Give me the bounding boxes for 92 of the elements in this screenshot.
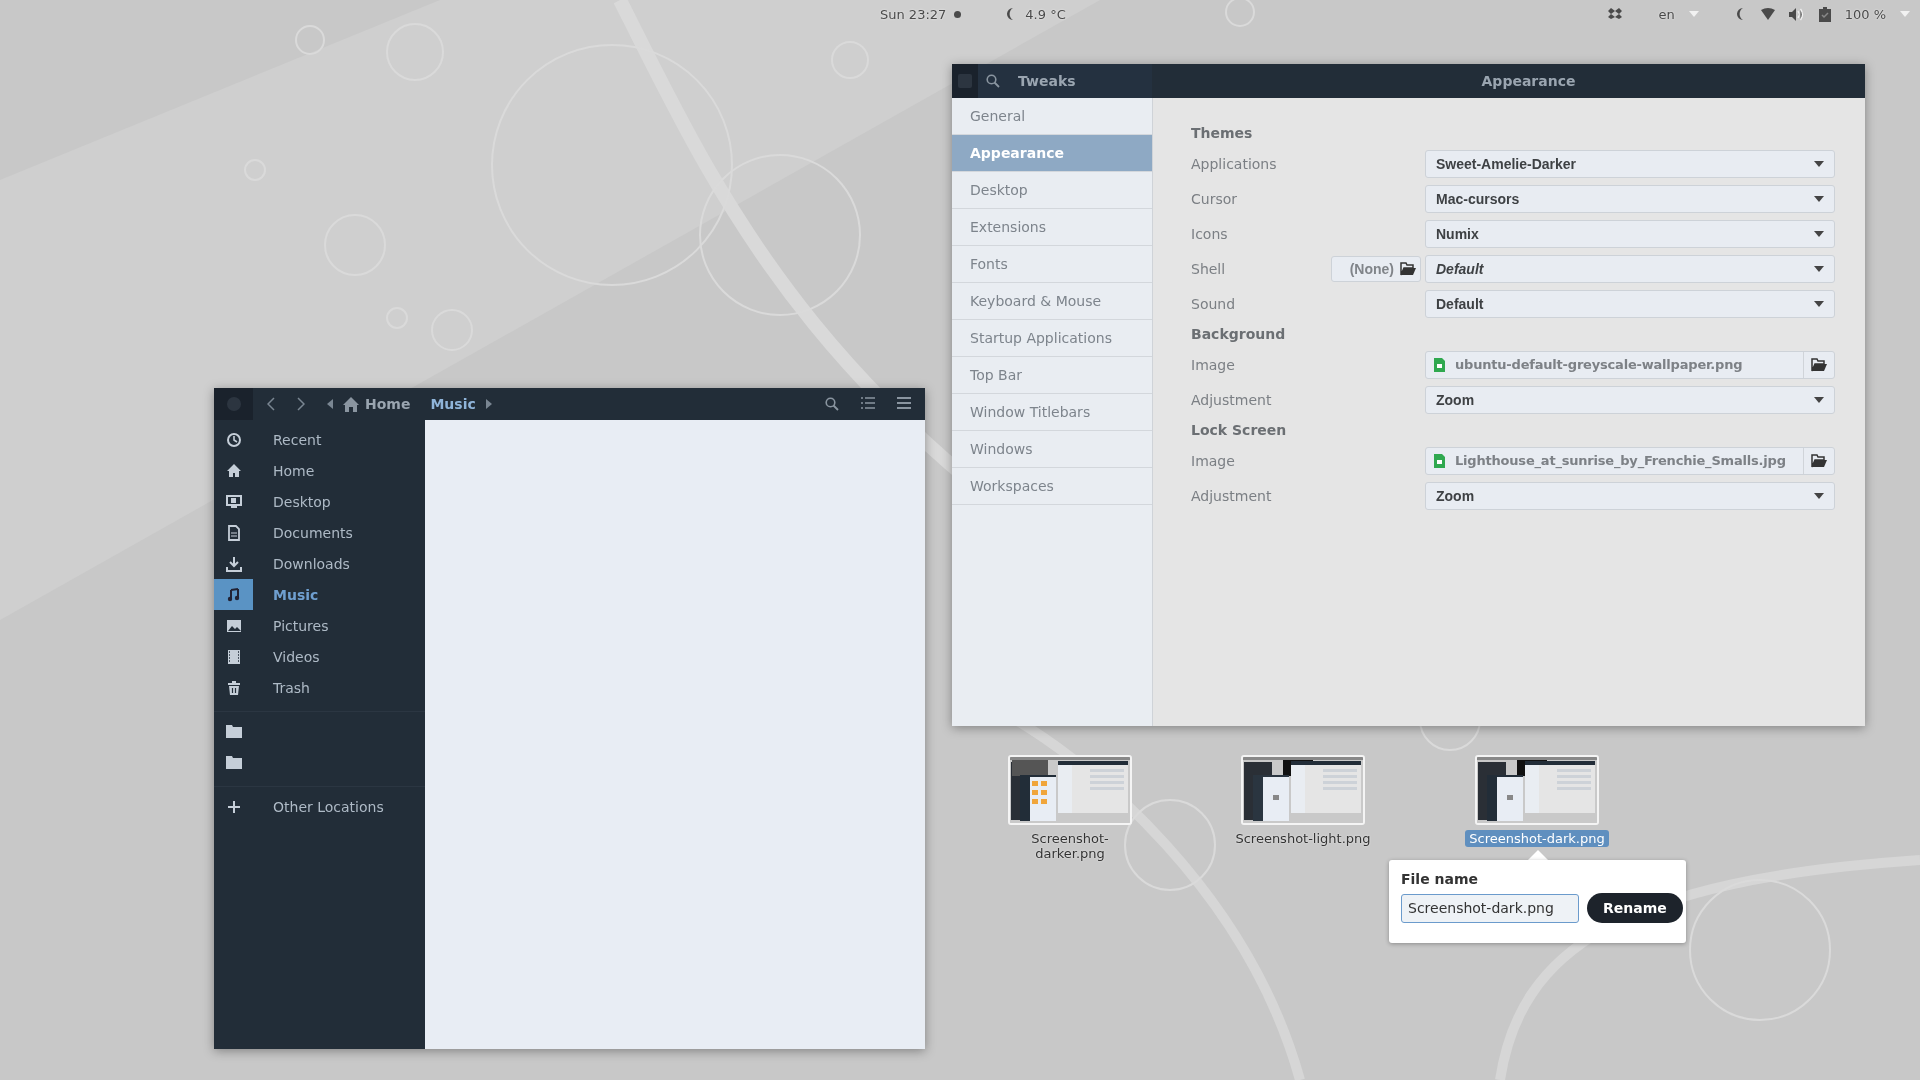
file-name[interactable]: Screenshot-darker.png — [995, 830, 1145, 862]
caret-icon — [1814, 230, 1824, 237]
image-icon — [225, 617, 242, 634]
setting-label: Cursor — [1191, 190, 1239, 207]
dropdown[interactable]: Sweet-Amelie-Darker — [1425, 149, 1835, 178]
dropdown[interactable]: Default — [1425, 254, 1835, 283]
caret-icon — [1900, 11, 1910, 17]
film-icon — [225, 648, 242, 665]
menu-icon[interactable] — [897, 397, 911, 409]
clock[interactable]: Sun 23:27 — [880, 6, 947, 22]
folder-icon[interactable] — [225, 756, 242, 769]
sidebar-item[interactable]: Other Locations — [253, 798, 384, 815]
dropdown[interactable]: Mac-cursors — [1425, 184, 1835, 213]
section-heading: Background — [1191, 326, 1286, 342]
page-title: Appearance — [1481, 73, 1576, 89]
weather-temperature[interactable]: 4.9 °C — [1025, 6, 1066, 22]
input-field[interactable]: Screenshot-dark.png — [1401, 893, 1579, 923]
caret-icon — [1814, 300, 1824, 307]
sidebar-item[interactable]: Trash — [253, 679, 310, 696]
section-heading: Lock Screen — [1191, 422, 1287, 438]
section-heading: Themes — [1191, 125, 1253, 141]
setting-label: Image — [1191, 452, 1236, 469]
folder-open-icon — [1811, 357, 1827, 372]
field-label: File name — [1401, 871, 1480, 887]
sidebar-item[interactable]: Top Bar — [952, 357, 1152, 394]
sidebar-item[interactable]: Desktop — [253, 493, 331, 510]
image-file-icon — [1434, 453, 1445, 468]
rename-button[interactable]: Rename — [1587, 893, 1683, 923]
file-chooser[interactable]: Lighthouse_at_sunrise_by_Frenchie_Smalls.jpg — [1425, 446, 1835, 475]
list-view-icon[interactable] — [861, 397, 875, 409]
setting-label: Sound — [1191, 295, 1237, 312]
clock-icon — [225, 431, 242, 448]
wifi-icon[interactable] — [1760, 8, 1775, 20]
home-icon — [225, 462, 242, 479]
music-note-icon — [225, 586, 242, 603]
sidebar-item[interactable]: Pictures — [253, 617, 329, 634]
forward-icon[interactable] — [297, 397, 305, 411]
image-file-icon — [1434, 357, 1445, 372]
window-title: Tweaks — [1018, 73, 1076, 89]
sidebar-item[interactable]: Window Titlebars — [952, 394, 1152, 431]
search-icon[interactable] — [986, 74, 1000, 88]
back-icon[interactable] — [267, 397, 275, 411]
caret-icon — [1814, 492, 1824, 499]
file-name[interactable]: Screenshot-light.png — [1231, 830, 1375, 847]
trash-icon — [225, 679, 242, 696]
sidebar-item[interactable]: Desktop — [952, 172, 1152, 209]
monitor-icon — [225, 493, 242, 510]
setting-label: Shell — [1191, 260, 1227, 277]
sidebar-item[interactable]: Downloads — [253, 555, 350, 572]
dropdown[interactable]: Zoom — [1425, 481, 1835, 510]
caret-icon — [1688, 11, 1699, 17]
caret-icon — [1814, 265, 1824, 272]
folder-icon[interactable] — [225, 725, 242, 738]
path-button[interactable]: Music — [420, 388, 486, 420]
caret-icon — [1814, 195, 1824, 202]
battery-percentage[interactable]: 100 % — [1844, 6, 1886, 22]
volume-icon[interactable] — [1788, 7, 1805, 21]
dropdown[interactable]: Default — [1425, 289, 1835, 318]
setting-label: Adjustment — [1191, 391, 1273, 408]
setting-label: Image — [1191, 356, 1236, 373]
sidebar-item[interactable]: Extensions — [952, 209, 1152, 246]
keyboard-layout[interactable]: en — [1658, 6, 1675, 22]
dot-icon — [954, 10, 962, 18]
setting-label: Icons — [1191, 225, 1229, 242]
setting-label: Applications — [1191, 155, 1278, 172]
sidebar-item[interactable]: Recent — [253, 431, 322, 448]
sidebar-item[interactable]: Documents — [253, 524, 353, 541]
left-arrow-icon[interactable] — [327, 399, 333, 409]
caret-icon — [1814, 160, 1824, 167]
caret-icon — [1814, 396, 1824, 403]
sidebar-item[interactable]: Music — [253, 586, 319, 603]
file-chooser[interactable]: ubuntu-default-greyscale-wallpaper.png — [1425, 350, 1835, 379]
folder-open-icon — [1811, 453, 1827, 468]
sidebar-item[interactable]: Workspaces — [952, 468, 1152, 505]
file-name[interactable]: Screenshot-dark.png — [1465, 830, 1609, 847]
download-icon — [225, 555, 242, 572]
search-icon[interactable] — [825, 397, 839, 411]
folder-open-icon — [1400, 261, 1416, 276]
tray-icon[interactable] — [1608, 8, 1623, 20]
dropdown[interactable]: Zoom — [1425, 385, 1835, 414]
sidebar-item[interactable]: Startup Applications — [952, 320, 1152, 357]
dropdown[interactable]: Numix — [1425, 219, 1835, 248]
document-icon — [225, 524, 242, 541]
path-button[interactable]: Home — [333, 388, 421, 420]
sidebar-item[interactable]: Videos — [253, 648, 320, 665]
right-arrow-icon[interactable] — [485, 399, 492, 409]
setting-label: Adjustment — [1191, 487, 1273, 504]
sidebar-item[interactable]: Windows — [952, 431, 1152, 468]
plus-icon — [227, 800, 240, 813]
sidebar-item[interactable]: Home — [253, 462, 315, 479]
sidebar-item[interactable]: Keyboard & Mouse — [952, 283, 1152, 320]
home-icon — [343, 396, 359, 412]
